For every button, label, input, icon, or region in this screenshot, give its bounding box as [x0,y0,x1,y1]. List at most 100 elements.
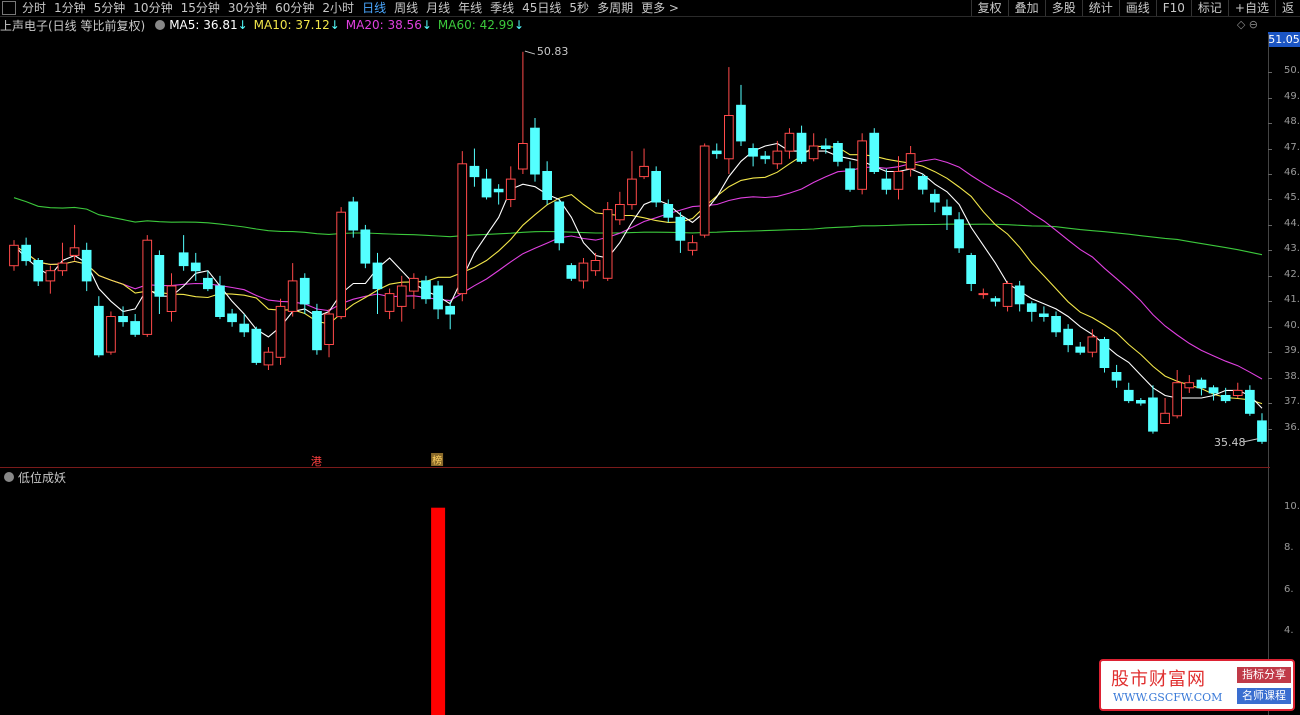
candle-46 [566,263,577,281]
candle-body [178,252,189,267]
period-tab-2[interactable]: 5分钟 [90,0,130,16]
candle-69 [845,161,855,192]
candle-103 [1257,413,1267,444]
tool-button-1[interactable]: 叠加 [1007,0,1045,16]
tool-button-2[interactable]: 多股 [1044,0,1082,16]
candle-22 [275,298,286,365]
tool-button-3[interactable]: 统计 [1081,0,1119,16]
candle-body [505,178,516,201]
candle-80 [978,288,989,299]
candle-3 [45,265,56,294]
candle-70 [857,133,867,195]
period-tab-7[interactable]: 2小时 [318,0,358,16]
ma20-value: MA20: 38.56↓ [345,18,432,32]
candle-body [69,247,80,256]
period-tab-16[interactable]: 更多 > [637,0,683,16]
tool-button-4[interactable]: 画线 [1118,0,1156,16]
ma5-value: MA5: 36.81↓ [169,18,248,32]
menu-icon[interactable] [2,1,16,15]
candle-body [639,165,649,178]
candle-body [615,204,625,221]
period-tab-12[interactable]: 季线 [486,0,518,16]
candle-72 [881,168,892,195]
price-tick [1268,326,1272,328]
candle-body [1026,303,1037,312]
candle-body [433,285,443,310]
candle-body [627,178,637,206]
candle-body [1232,389,1243,396]
candle-body [772,150,783,165]
candle-body [905,153,916,170]
candle-10 [130,314,141,337]
candle-56 [687,235,698,256]
candle-58 [711,143,722,159]
tool-button-8[interactable]: 返 [1274,0,1300,16]
candle-body [1245,389,1255,414]
price-tick-label: 38. [1284,370,1300,382]
settings-dot-icon[interactable] [155,20,166,30]
tool-button-7[interactable]: +自选 [1227,0,1275,16]
candle-body [166,285,177,312]
tool-button-5[interactable]: F10 [1155,0,1191,16]
price-tick-label: 49. [1284,90,1300,102]
period-tab-1[interactable]: 1分钟 [50,0,90,16]
candle-body [1014,285,1025,305]
period-tab-8[interactable]: 日线 [358,0,390,16]
candle-87 [1063,324,1074,353]
candle-body [699,145,710,236]
price-tick-label: 50. [1284,65,1300,77]
candle-body [711,150,722,155]
candle-47 [578,258,589,289]
candle-body [324,313,334,345]
period-tab-5[interactable]: 30分钟 [224,0,271,16]
price-tick [1268,148,1272,150]
candle-97 [1184,375,1195,393]
candle-38 [469,148,480,187]
candlestick-chart[interactable]: 50.83 35.48 港 榜 [0,34,1300,467]
period-tab-3[interactable]: 10分钟 [129,0,176,16]
period-tab-6[interactable]: 60分钟 [271,0,318,16]
candle-body [154,255,165,297]
price-tick [1268,403,1272,405]
candle-41 [505,166,516,208]
candle-21 [263,347,274,370]
period-tab-15[interactable]: 多周期 [593,0,637,16]
candle-body [1172,382,1183,417]
candle-body [663,204,674,218]
period-tab-11[interactable]: 年线 [454,0,486,16]
site-watermark: 股市财富网 WWW.GSCFW.COM 指标分享 名师课程 [1099,659,1295,711]
period-tab-10[interactable]: 月线 [422,0,454,16]
stock-title: 上声电子(日线 等比前复权) [0,18,146,33]
candle-body [1063,328,1074,346]
price-tick [1268,224,1272,226]
candle-89 [1087,329,1098,358]
period-tab-14[interactable]: 5秒 [565,0,593,16]
price-tick-label: 45. [1284,192,1300,204]
candle-13 [166,273,177,322]
candle-body [1136,400,1146,404]
candle-body [518,143,528,170]
candle-49 [602,202,613,281]
price-tick-label: 40. [1284,319,1300,331]
marker-gang: 港 [311,455,322,467]
candle-57 [699,143,710,238]
candle-52 [639,148,649,180]
tool-button-6[interactable]: 标记 [1190,0,1228,16]
tool-button-0[interactable]: 复权 [970,0,1008,16]
candle-body [1111,372,1122,381]
candle-90 [1099,336,1110,373]
period-toolbar: 分时 1分钟 5分钟 10分钟 15分钟 30分钟 60分钟 2小时 日线 周线 月线 年线 季线 45日… [0,0,1300,17]
candle-74 [905,146,916,177]
candle-body [1184,382,1195,389]
candle-43 [530,118,540,182]
candle-40 [493,184,504,205]
panel-control-icons[interactable]: ◇ ⊖ [1237,18,1258,31]
period-tab-9[interactable]: 周线 [390,0,422,16]
period-tab-4[interactable]: 15分钟 [177,0,224,16]
period-tab-13[interactable]: 45日线 [518,0,565,16]
price-tick [1268,301,1272,303]
candle-78 [954,212,964,253]
candle-44 [542,161,552,205]
candle-71 [869,128,880,174]
period-tab-0[interactable]: 分时 [18,0,50,16]
